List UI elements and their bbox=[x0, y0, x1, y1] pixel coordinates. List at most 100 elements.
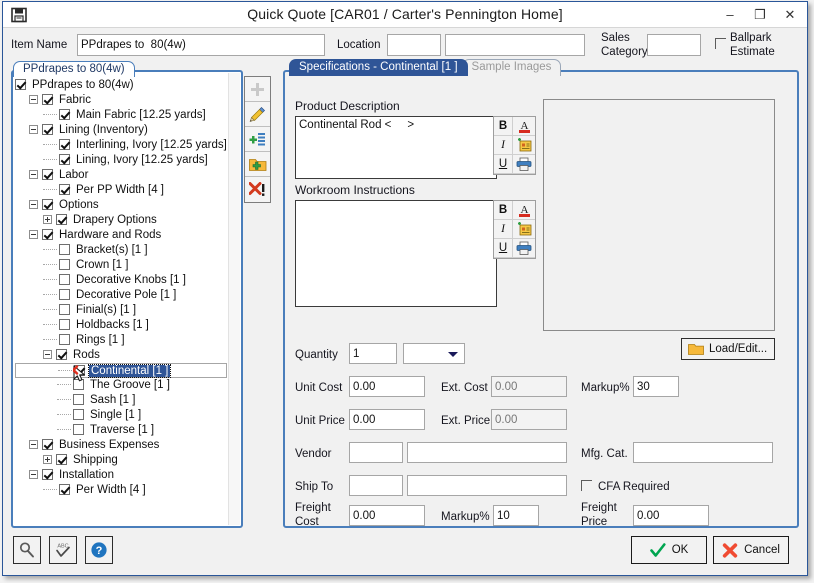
workroom-instructions-textarea[interactable] bbox=[295, 200, 497, 307]
unit-price-input[interactable] bbox=[349, 409, 425, 430]
tree-tab[interactable]: PPdrapes to 80(4w) bbox=[13, 61, 135, 77]
tree-node-checkbox[interactable] bbox=[73, 424, 84, 436]
add-folder-button[interactable] bbox=[245, 152, 270, 177]
tree-node[interactable]: PPdrapes to 80(4w) bbox=[15, 78, 227, 93]
tree-node[interactable]: Finial(s) [1 ] bbox=[15, 303, 227, 318]
collapse-minus-icon[interactable] bbox=[29, 230, 38, 240]
tree-node[interactable]: Options bbox=[15, 198, 227, 213]
item-name-input[interactable] bbox=[77, 34, 325, 56]
mfg-cat-input[interactable] bbox=[633, 442, 773, 463]
tree-node-checkbox[interactable] bbox=[42, 124, 53, 136]
tree-node-checkbox[interactable] bbox=[42, 469, 53, 481]
tree-node-checkbox[interactable] bbox=[74, 365, 85, 377]
ship-to-name-input[interactable] bbox=[407, 475, 567, 496]
collapse-minus-icon[interactable] bbox=[29, 95, 38, 105]
tree-node-checkbox[interactable] bbox=[73, 379, 84, 391]
pd-bold-button[interactable]: B bbox=[494, 117, 513, 136]
quantity-unit-select[interactable] bbox=[403, 343, 465, 364]
tree-node[interactable]: Decorative Knobs [1 ] bbox=[15, 273, 227, 288]
maximize-button[interactable]: ❐ bbox=[745, 2, 775, 27]
quantity-input[interactable] bbox=[349, 343, 397, 364]
tree-node-checkbox[interactable] bbox=[59, 259, 70, 271]
tab-sample-images[interactable]: Sample Images bbox=[461, 59, 562, 76]
collapse-minus-icon[interactable] bbox=[29, 470, 38, 480]
tree-node[interactable]: Lining, Ivory [12.25 yards] bbox=[15, 153, 227, 168]
unit-cost-input[interactable] bbox=[349, 376, 425, 397]
sample-image-preview[interactable] bbox=[543, 99, 775, 331]
add-item-button[interactable] bbox=[245, 77, 270, 102]
tree-node[interactable]: Sash [1 ] bbox=[15, 393, 227, 408]
tree-node[interactable]: Installation bbox=[15, 468, 227, 483]
wi-underline-button[interactable]: U bbox=[494, 239, 513, 258]
pd-italic-button[interactable]: I bbox=[494, 136, 513, 155]
vendor-code-input[interactable] bbox=[349, 442, 403, 463]
tree-node[interactable]: Bracket(s) [1 ] bbox=[15, 243, 227, 258]
expand-plus-icon[interactable] bbox=[43, 455, 52, 465]
tree-node-checkbox[interactable] bbox=[56, 349, 67, 361]
tree-node[interactable]: Crown [1 ] bbox=[15, 258, 227, 273]
tree-node[interactable]: Interlining, Ivory [12.25 yards] bbox=[15, 138, 227, 153]
cfa-required-checkbox[interactable] bbox=[581, 480, 592, 491]
wi-bold-button[interactable]: B bbox=[494, 201, 513, 220]
tree-node[interactable]: Per Width [4 ] bbox=[15, 483, 227, 498]
tree-node[interactable]: Rings [1 ] bbox=[15, 333, 227, 348]
location-code-input[interactable] bbox=[387, 34, 441, 56]
tree-node-checkbox[interactable] bbox=[59, 289, 70, 301]
tree-node[interactable]: Main Fabric [12.25 yards] bbox=[15, 108, 227, 123]
tree-node-checkbox[interactable] bbox=[42, 439, 53, 451]
tree-node-checkbox[interactable] bbox=[59, 319, 70, 331]
tree-node-checkbox[interactable] bbox=[42, 169, 53, 181]
tree-node-checkbox[interactable] bbox=[56, 214, 67, 226]
location-description-input[interactable] bbox=[445, 34, 585, 56]
freight-cost-input[interactable] bbox=[349, 505, 425, 526]
freight-markup-input[interactable] bbox=[493, 505, 539, 526]
wi-italic-button[interactable]: I bbox=[494, 220, 513, 239]
tree-node-checkbox[interactable] bbox=[59, 334, 70, 346]
collapse-minus-icon[interactable] bbox=[29, 170, 38, 180]
load-edit-button[interactable]: Load/Edit... bbox=[681, 338, 775, 360]
tree-node[interactable]: Per PP Width [4 ] bbox=[15, 183, 227, 198]
tree-node-list[interactable]: PPdrapes to 80(4w) Fabric Main Fabric [12.… bbox=[15, 78, 227, 524]
tree-node-checkbox[interactable] bbox=[59, 184, 70, 196]
close-button[interactable]: ✕ bbox=[775, 2, 805, 27]
tree-node[interactable]: Labor bbox=[15, 168, 227, 183]
tree-node-checkbox[interactable] bbox=[59, 154, 70, 166]
minimize-button[interactable]: – bbox=[715, 2, 745, 27]
wi-font-color-button[interactable]: A bbox=[513, 201, 535, 220]
tree-node[interactable]: Hardware and Rods bbox=[15, 228, 227, 243]
tree-node-checkbox[interactable] bbox=[73, 409, 84, 421]
freight-price-input[interactable] bbox=[633, 505, 709, 526]
ballpark-estimate-checkbox[interactable] bbox=[715, 38, 726, 49]
sales-category-input[interactable] bbox=[647, 34, 701, 56]
tree-node[interactable]: Holdbacks [1 ] bbox=[15, 318, 227, 333]
spellcheck-button[interactable]: ABC bbox=[49, 536, 77, 564]
ok-button[interactable]: OK bbox=[631, 536, 707, 564]
delete-item-button[interactable] bbox=[245, 177, 270, 202]
wi-insert-tag-button[interactable] bbox=[513, 220, 535, 239]
search-button[interactable] bbox=[13, 536, 41, 564]
insert-item-button[interactable] bbox=[245, 127, 270, 152]
expand-plus-icon[interactable] bbox=[43, 215, 52, 225]
tree-node[interactable]: Decorative Pole [1 ] bbox=[15, 288, 227, 303]
tree-node[interactable]: Fabric bbox=[15, 93, 227, 108]
cancel-button[interactable]: Cancel bbox=[713, 536, 789, 564]
markup-input[interactable] bbox=[633, 376, 679, 397]
tree-node[interactable]: Lining (Inventory) bbox=[15, 123, 227, 138]
tree-node-checkbox[interactable] bbox=[59, 139, 70, 151]
ship-to-code-input[interactable] bbox=[349, 475, 403, 496]
wi-print-button[interactable] bbox=[513, 239, 535, 258]
edit-item-button[interactable] bbox=[245, 102, 270, 127]
product-description-textarea[interactable] bbox=[295, 116, 497, 179]
tree-node[interactable]: Business Expenses bbox=[15, 438, 227, 453]
collapse-minus-icon[interactable] bbox=[29, 125, 38, 135]
tree-vertical-scrollbar[interactable] bbox=[228, 73, 240, 525]
collapse-minus-icon[interactable] bbox=[29, 200, 38, 210]
tree-node-checkbox[interactable] bbox=[59, 244, 70, 256]
tree-node-checkbox[interactable] bbox=[59, 109, 70, 121]
tree-node[interactable]: Rods bbox=[15, 348, 227, 363]
collapse-minus-icon[interactable] bbox=[43, 350, 52, 360]
tree-node[interactable]: Shipping bbox=[15, 453, 227, 468]
pd-print-button[interactable] bbox=[513, 155, 535, 174]
help-button[interactable]: ? bbox=[85, 536, 113, 564]
tree-node-checkbox[interactable] bbox=[15, 79, 26, 91]
